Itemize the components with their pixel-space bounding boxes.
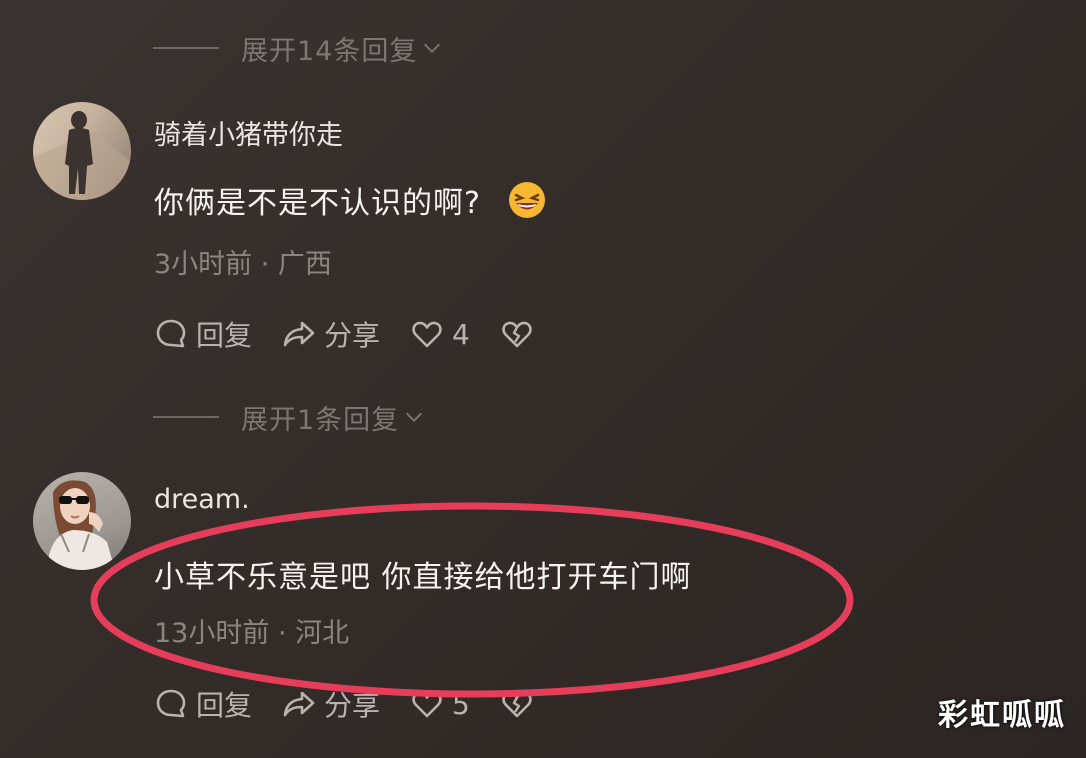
share-label: 分享 [324, 689, 381, 722]
comment-text-content: 你俩是不是不认识的啊? [154, 186, 481, 221]
avatar[interactable] [33, 102, 131, 200]
comment-actions: 回复 分享 5 [154, 682, 564, 726]
reply-label: 回复 [196, 319, 253, 352]
expand-replies-label: 展开14条回复 [241, 35, 418, 67]
divider-line [153, 416, 219, 418]
laughing-emoji-icon [508, 182, 545, 218]
share-label: 分享 [324, 319, 381, 352]
chevron-down-icon [406, 412, 423, 422]
broken-heart-icon [502, 691, 532, 718]
like-count: 5 [452, 687, 470, 721]
dislike-button[interactable] [500, 687, 534, 721]
comment-username[interactable]: 骑着小猪带你走 [154, 113, 343, 152]
heart-icon [412, 321, 442, 348]
expand-replies-1[interactable]: 展开14条回复 [153, 28, 443, 68]
dislike-button[interactable] [500, 317, 534, 351]
comment-bubble-icon [156, 689, 186, 718]
avatar[interactable] [33, 472, 131, 570]
comment-username[interactable]: dream. [154, 484, 250, 515]
expand-replies-2[interactable]: 展开1条回复 [153, 397, 425, 437]
comment-text: 你俩是不是不认识的啊? [154, 178, 547, 222]
comment-meta: 3小时前 · 广西 [154, 249, 332, 280]
broken-heart-icon [502, 321, 532, 348]
chevron-down-icon [424, 43, 441, 53]
like-button[interactable]: 5 [410, 687, 470, 721]
watermark: 彩虹呱呱 [938, 698, 1066, 733]
like-count: 4 [452, 317, 470, 351]
share-button[interactable]: 分享 [282, 314, 380, 354]
reply-button[interactable]: 回复 [154, 314, 252, 354]
share-button[interactable]: 分享 [282, 684, 380, 724]
like-button[interactable]: 4 [410, 317, 470, 351]
heart-icon [412, 691, 442, 718]
comment-text: 小草不乐意是吧 你直接给他打开车门啊 [154, 560, 692, 595]
reply-button[interactable]: 回复 [154, 684, 252, 724]
divider-line [153, 47, 219, 49]
comment-actions: 回复 分享 4 [154, 312, 564, 356]
share-arrow-icon [283, 691, 315, 717]
reply-label: 回复 [196, 689, 253, 722]
comment-meta: 13小时前 · 河北 [154, 618, 350, 649]
share-arrow-icon [283, 321, 315, 347]
comment-bubble-icon [156, 319, 186, 348]
expand-replies-label: 展开1条回复 [241, 404, 400, 436]
